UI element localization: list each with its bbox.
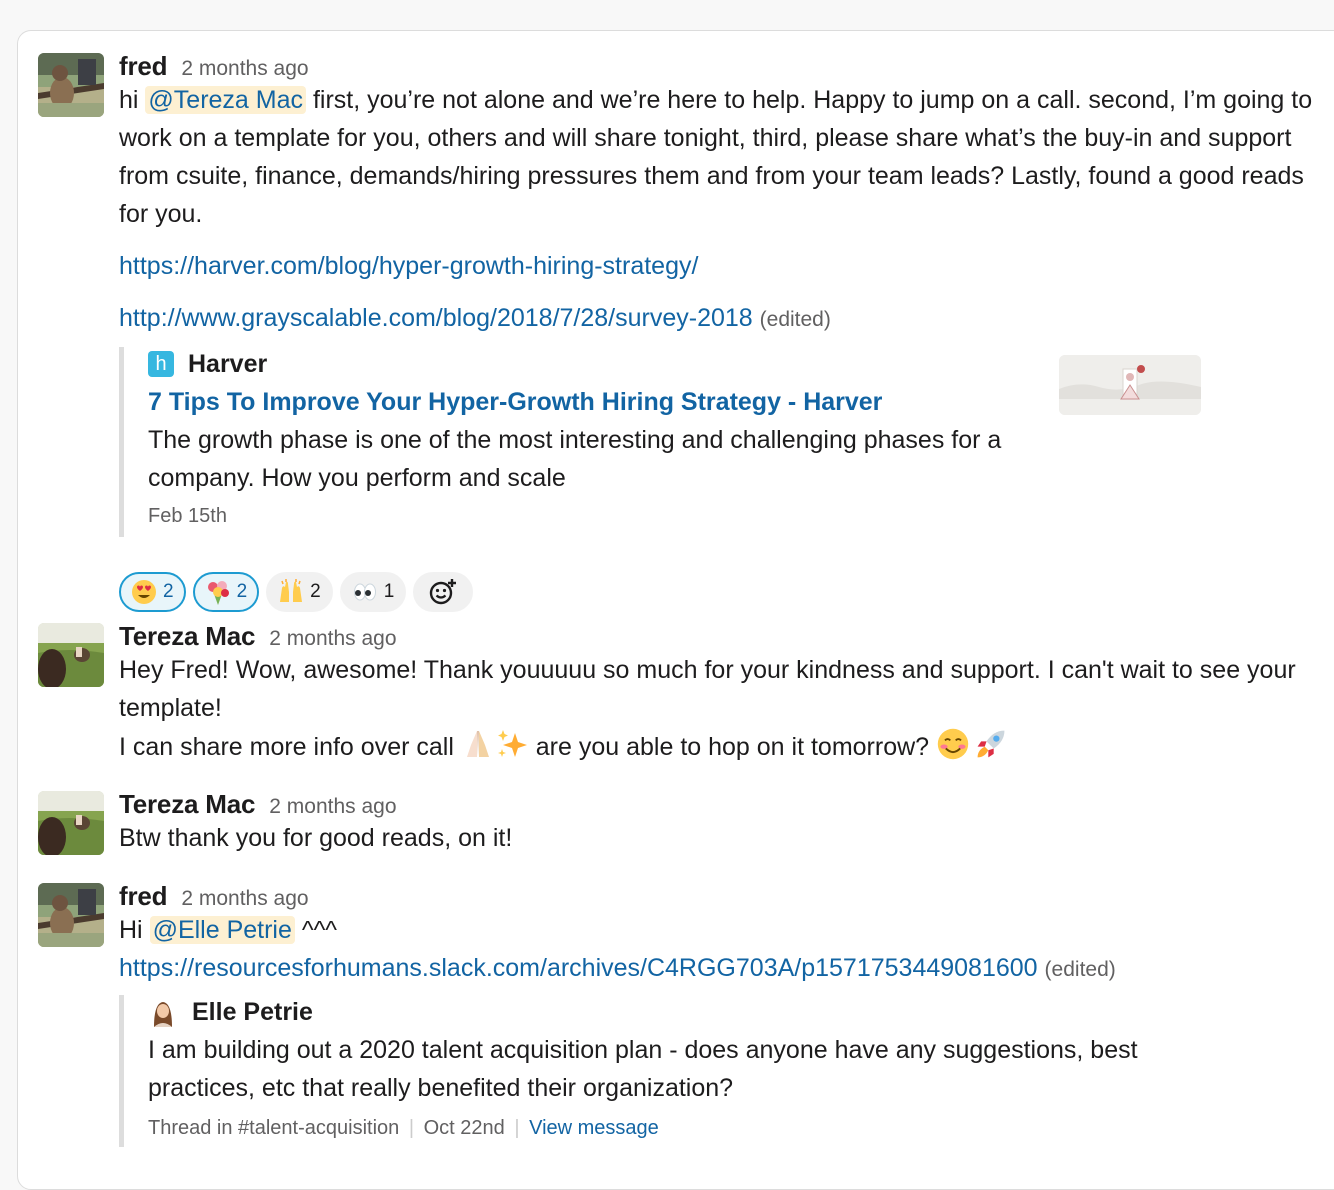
timestamp[interactable]: 2 months ago [181, 887, 308, 911]
link-line: https://resourcesforhumans.slack.com/arc… [119, 949, 1328, 989]
separator: | [514, 1117, 520, 1139]
unfurl-date: Feb 15th [148, 505, 227, 527]
message-pane: fred 2 months ago hi @Tereza Mac first, … [17, 30, 1334, 1190]
avatar[interactable] [38, 883, 104, 947]
raised-hands-emoji [277, 578, 305, 606]
blush-emoji [936, 727, 974, 765]
quoted-text: I am building out a 2020 talent acquisit… [148, 1036, 1138, 1102]
add-reaction-button[interactable] [413, 572, 474, 612]
reaction-heart-eyes[interactable]: 2 [119, 572, 186, 612]
rocket-emoji [974, 727, 1012, 765]
folded-hands-emoji [461, 727, 495, 761]
quoted-message: Elle Petrie I am building out a 2020 tal… [119, 995, 1208, 1147]
edited-label: (edited) [759, 308, 831, 331]
timestamp[interactable]: 2 months ago [269, 627, 396, 651]
link-line-1: https://harver.com/blog/hyper-growth-hir… [119, 247, 1328, 285]
edited-label: (edited) [1044, 958, 1116, 981]
message-text: hi @Tereza Mac first, you’re not alone a… [119, 81, 1314, 233]
link-unfurl: h Harver 7 Tips To Improve Your Hyper-Gr… [119, 347, 1208, 537]
reactions-bar: 2 2 2 1 [119, 572, 474, 612]
text-rest: ^^^ [294, 916, 338, 944]
reaction-bouquet[interactable]: 2 [192, 572, 260, 612]
avatar[interactable] [38, 53, 104, 117]
thread-channel[interactable]: Thread in #talent-acquisition [148, 1117, 399, 1139]
quoted-date[interactable]: Oct 22nd [424, 1117, 505, 1139]
mention-tereza[interactable]: @Tereza Mac [145, 86, 306, 114]
quoted-author[interactable]: Elle Petrie [192, 998, 313, 1027]
text-prefix: Hi [119, 916, 150, 944]
heart-eyes-emoji [130, 578, 158, 606]
eyes-emoji [351, 578, 379, 606]
avatar[interactable] [38, 623, 104, 687]
add-emoji-icon [428, 577, 458, 607]
unfurl-thumbnail[interactable] [1059, 355, 1201, 415]
elle-avatar[interactable] [148, 997, 178, 1027]
message-text: Hey Fred! Wow, awesome! Thank youuuuu so… [119, 656, 1296, 722]
bouquet-emoji [204, 578, 232, 606]
sparkles-emoji [495, 727, 529, 761]
reaction-count: 2 [236, 581, 248, 602]
reaction-count: 2 [310, 581, 321, 602]
text-part: are you able to hop on it tomorrow? [528, 733, 937, 761]
reaction-count: 2 [163, 581, 174, 602]
link-line-2: http://www.grayscalable.com/blog/2018/7/… [119, 299, 1328, 339]
harver-link[interactable]: https://harver.com/blog/hyper-growth-hir… [119, 252, 698, 280]
timestamp[interactable]: 2 months ago [269, 795, 396, 819]
avatar[interactable] [38, 791, 104, 855]
slack-archive-link[interactable]: https://resourcesforhumans.slack.com/arc… [119, 954, 1038, 982]
unfurl-description: The growth phase is one of the most inte… [148, 426, 1002, 492]
unfurl-title[interactable]: 7 Tips To Improve Your Hyper-Growth Hiri… [148, 388, 882, 416]
reaction-eyes[interactable]: 1 [339, 572, 407, 612]
text-prefix: hi [119, 86, 146, 114]
quoted-footer: Thread in #talent-acquisition | Oct 22nd… [148, 1117, 1208, 1140]
reaction-count: 1 [383, 581, 395, 602]
grayscalable-link[interactable]: http://www.grayscalable.com/blog/2018/7/… [119, 304, 753, 332]
view-message-link[interactable]: View message [529, 1117, 659, 1139]
harver-site-icon: h [148, 351, 174, 377]
unfurl-site-name: Harver [188, 349, 268, 378]
timestamp[interactable]: 2 months ago [181, 57, 308, 81]
mention-elle[interactable]: @Elle Petrie [149, 916, 295, 944]
author-name[interactable]: fred [119, 881, 168, 912]
message-text: Hi @Elle Petrie ^^^ [119, 911, 1328, 949]
separator: | [408, 1117, 415, 1139]
text-part: I can share more info over call [119, 733, 461, 761]
reaction-raised-hands[interactable]: 2 [266, 572, 333, 612]
message-text: Btw thank you for good reads, on it! [119, 824, 513, 852]
author-name[interactable]: Tereza Mac [119, 621, 255, 652]
message-text-line2: I can share more info over call are you … [119, 727, 1328, 766]
author-name[interactable]: Tereza Mac [119, 789, 255, 820]
author-name[interactable]: fred [119, 51, 168, 82]
